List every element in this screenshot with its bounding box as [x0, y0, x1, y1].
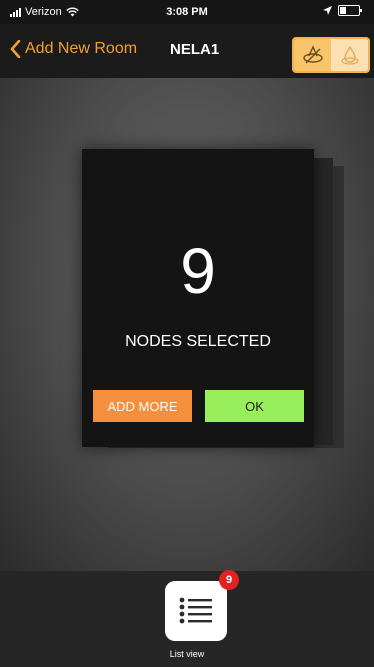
notification-badge: 9 — [219, 570, 239, 590]
room-mode-button[interactable] — [331, 39, 368, 71]
location-arrow-icon — [323, 6, 332, 15]
back-button-label: Add New Room — [25, 40, 138, 57]
battery-icon — [338, 5, 362, 16]
drop-icon — [340, 45, 359, 65]
view-mode-toggle — [292, 37, 370, 73]
selection-card: 9 NODES SELECTED ADD MORE OK — [82, 149, 314, 447]
selected-count-label: NODES SELECTED — [125, 333, 271, 350]
list-view-button[interactable] — [165, 581, 227, 641]
list-view-label: List view — [169, 649, 205, 659]
bottom-bar: 9 List view — [0, 570, 374, 667]
node-selection-icon — [302, 45, 323, 64]
selected-count: 9 — [180, 235, 216, 307]
back-button[interactable]: Add New Room — [10, 40, 137, 58]
status-time: 3:08 PM — [166, 6, 208, 18]
page-title: NELA1 — [170, 41, 220, 58]
status-right — [323, 5, 362, 16]
chevron-left-icon — [10, 40, 21, 58]
node-mode-button[interactable] — [294, 39, 331, 71]
list-icon — [179, 597, 212, 624]
status-bar: Verizon 3:08 PM — [0, 0, 374, 24]
ok-button[interactable]: OK — [205, 390, 304, 422]
main-area: 9 NODES SELECTED ADD MORE OK — [0, 78, 374, 571]
add-more-button[interactable]: ADD MORE — [93, 390, 192, 422]
nav-bar: Add New Room NELA1 — [0, 24, 374, 78]
